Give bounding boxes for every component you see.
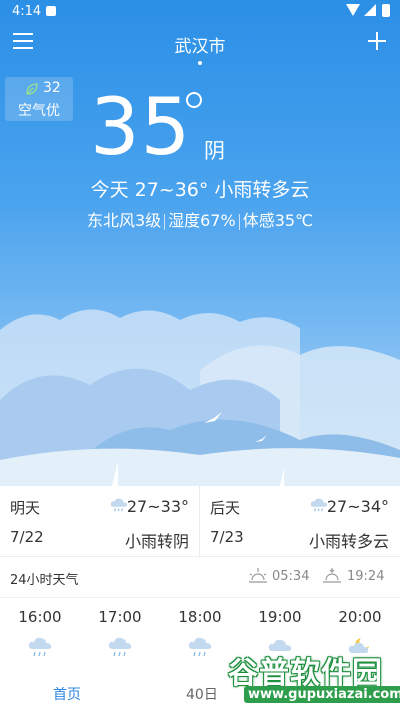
day-condition: 小雨转多云 (308, 532, 389, 551)
status-bar: 4:14 (0, 0, 400, 24)
watermark-url: www.gupuxiazai.com (244, 686, 400, 703)
day-range: 27~34° (326, 497, 389, 516)
hour-time: 17:00 (98, 608, 142, 626)
divider (164, 213, 166, 230)
today-summary: 今天 27~36° 小雨转多云 (90, 179, 310, 201)
sunrise-time: 05:34 (272, 569, 310, 584)
day-date: 7/22 (10, 528, 44, 546)
sunset-icon (323, 568, 341, 583)
hour-time: 18:00 (178, 608, 222, 626)
divider (238, 213, 240, 230)
current-temperature: 35 (90, 83, 192, 173)
aqi-value: 32 (43, 80, 61, 96)
daily-forecast: 明天 7/22 27~33° 小雨转阴 后天 7/23 27~34° 小雨转多云 (0, 486, 400, 557)
sunrise-icon (249, 568, 267, 583)
leaf-icon (26, 83, 38, 95)
light-rain-icon (108, 637, 132, 657)
tab-home[interactable]: 首页 (53, 684, 81, 704)
signal-icon (364, 4, 376, 16)
hour-item[interactable]: 17:00 (80, 598, 160, 668)
day-range: 27~33° (126, 497, 189, 516)
feels-like-text: 体感35℃ (242, 211, 314, 230)
forecast-tomorrow[interactable]: 明天 7/22 27~33° 小雨转阴 (0, 486, 199, 556)
wifi-icon (346, 4, 360, 16)
day-label: 后天 (210, 499, 241, 517)
hourly-title: 24小时天气 (10, 573, 79, 588)
hour-time: 20:00 (338, 608, 382, 626)
light-rain-icon (188, 637, 212, 657)
aqi-level: 空气优 (18, 103, 60, 119)
current-condition: 阴 (204, 139, 225, 163)
city-title[interactable]: 武汉市 (0, 32, 400, 57)
battery-icon (382, 4, 390, 17)
day-label: 明天 (10, 499, 41, 517)
hour-item[interactable]: 16:00 (0, 598, 80, 668)
background-landscape (0, 309, 400, 486)
wind-text: 东北风3级 (86, 211, 162, 230)
hour-time: 16:00 (18, 608, 62, 626)
divider (199, 486, 200, 556)
humidity-text: 湿度67% (168, 211, 236, 230)
notification-icon (46, 6, 56, 16)
tab-40-day[interactable]: 40日 (186, 684, 218, 704)
day-condition: 小雨转阴 (124, 532, 189, 551)
day-date: 7/23 (210, 528, 244, 546)
weather-details: 东北风3级 湿度67% 体感35℃ (0, 207, 400, 231)
light-rain-icon (28, 637, 52, 657)
degree-symbol (186, 92, 202, 108)
page-indicator-dot (198, 61, 202, 65)
forecast-day-after[interactable]: 后天 7/23 27~34° 小雨转多云 (200, 486, 399, 556)
hourly-header: 24小时天气 05:34 19:24 (0, 557, 400, 598)
air-quality-badge[interactable]: 32 空气优 (5, 77, 73, 121)
weather-screen: 4:14 武汉市 32 空气优 35 阴 今天 27~36° 小雨转多云 东北风… (0, 0, 400, 712)
watermark: 谷普软件园 www.gupuxiazai.com (222, 648, 400, 712)
sunset-time: 19:24 (347, 569, 385, 584)
hour-time: 19:00 (258, 608, 302, 626)
add-city-icon[interactable] (368, 32, 386, 50)
status-time: 4:14 (12, 4, 42, 19)
